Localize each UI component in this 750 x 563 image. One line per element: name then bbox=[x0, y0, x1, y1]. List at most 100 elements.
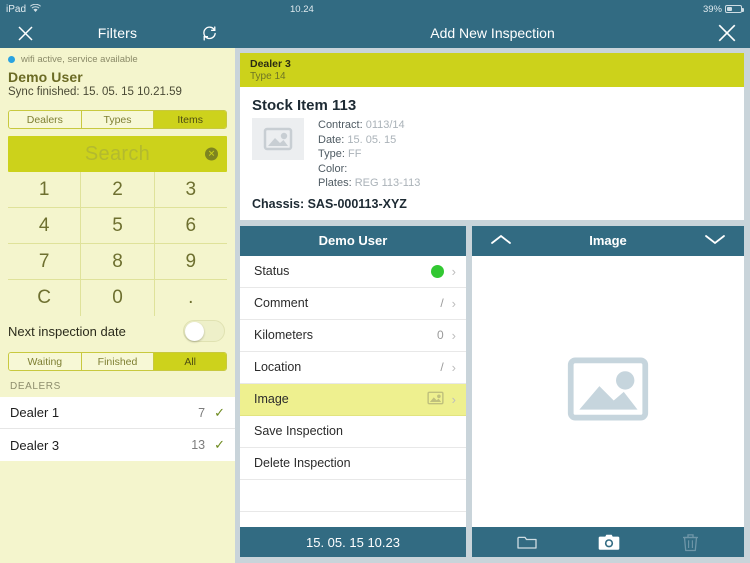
key-4[interactable]: 4 bbox=[8, 208, 82, 243]
connection-dot-icon bbox=[8, 56, 15, 63]
keypad-row: 7 8 9 bbox=[8, 244, 227, 280]
next-inspection-date-toggle[interactable] bbox=[183, 320, 225, 342]
detail-color: Color: bbox=[318, 162, 348, 175]
folder-icon[interactable] bbox=[517, 534, 537, 550]
detail-plates: Plates: REG 113-113 bbox=[318, 177, 421, 190]
list-item[interactable]: Dealer 3 13 ✓ bbox=[0, 429, 235, 461]
row-status[interactable]: Status › bbox=[240, 256, 466, 288]
image-preview-area[interactable] bbox=[472, 256, 744, 527]
search-placeholder: Search bbox=[84, 142, 151, 165]
key-8[interactable]: 8 bbox=[81, 244, 155, 279]
chevron-down-icon[interactable] bbox=[704, 233, 726, 249]
battery-icon bbox=[725, 5, 744, 13]
row-comment[interactable]: Comment / › bbox=[240, 288, 466, 320]
refresh-icon[interactable] bbox=[199, 22, 221, 44]
current-user: Demo User bbox=[8, 69, 83, 85]
row-image[interactable]: Image › bbox=[240, 383, 466, 416]
dealer-name: Dealer 1 bbox=[10, 405, 60, 420]
connection-status-text: wifi active, service available bbox=[21, 54, 138, 65]
tab-all[interactable]: All bbox=[154, 353, 226, 370]
key-9[interactable]: 9 bbox=[155, 244, 227, 279]
camera-icon[interactable] bbox=[598, 534, 620, 551]
tab-finished[interactable]: Finished bbox=[81, 353, 155, 370]
filters-panel: iPad Filters wifi active, service availa… bbox=[0, 0, 235, 563]
keypad-row: C 0 . bbox=[8, 280, 227, 316]
row-label: Kilometers bbox=[254, 328, 314, 343]
key-7[interactable]: 7 bbox=[8, 244, 82, 279]
row-value: / bbox=[440, 296, 444, 311]
image-placeholder-icon bbox=[252, 118, 304, 160]
chevron-right-icon: › bbox=[451, 263, 456, 279]
key-0[interactable]: 0 bbox=[81, 280, 155, 316]
row-label: Save Inspection bbox=[254, 424, 343, 439]
row-label: Location bbox=[254, 360, 302, 375]
inspection-timestamp: 15. 05. 15 10.23 bbox=[240, 527, 466, 557]
stock-item-details: Contract: 0113/14 Date: 15. 05. 15 Type:… bbox=[318, 118, 420, 191]
filters-navbar: Filters bbox=[0, 18, 235, 48]
row-label: Comment bbox=[254, 296, 309, 311]
row-delete-inspection[interactable]: Delete Inspection bbox=[240, 448, 466, 480]
close-icon[interactable] bbox=[716, 22, 738, 44]
stock-item-body: Contract: 0113/14 Date: 15. 05. 15 Type:… bbox=[240, 118, 744, 191]
row-save-inspection[interactable]: Save Inspection bbox=[240, 416, 466, 448]
inspection-fields-list: Status › Comment / › Kilometers 0 › Loca… bbox=[240, 256, 466, 527]
image-toolbar bbox=[472, 527, 744, 557]
tab-items[interactable]: Items bbox=[154, 111, 226, 128]
status-indicator bbox=[430, 264, 444, 278]
row-label: Delete Inspection bbox=[254, 456, 351, 471]
detail-contract: Contract: 0113/14 bbox=[318, 119, 405, 131]
key-decimal[interactable]: . bbox=[155, 280, 227, 316]
row-value: / bbox=[440, 360, 444, 375]
wifi-icon bbox=[30, 3, 41, 15]
filter-tabs: Dealers Types Items bbox=[8, 110, 227, 129]
stock-item-card: Dealer 3 Type 14 Stock Item 113 Contract… bbox=[240, 53, 744, 220]
card-dealer: Dealer 3 bbox=[250, 58, 291, 70]
battery-indicator: 39% bbox=[702, 3, 744, 15]
dealer-count: 13 bbox=[191, 438, 206, 452]
row-value: 0 bbox=[436, 328, 444, 343]
close-icon[interactable] bbox=[14, 22, 36, 44]
inspection-navbar: Add New Inspection bbox=[235, 18, 750, 48]
toggle-knob bbox=[185, 322, 204, 341]
clear-icon[interactable]: ✕ bbox=[205, 147, 218, 161]
key-1[interactable]: 1 bbox=[8, 172, 82, 207]
next-inspection-date-label: Next inspection date bbox=[8, 323, 126, 339]
trash-icon[interactable] bbox=[682, 533, 699, 552]
sync-status: Sync finished: 15. 05. 15 10.21.59 bbox=[8, 86, 182, 98]
inspection-pane-header: Demo User bbox=[240, 225, 466, 256]
checkmark-icon: ✓ bbox=[214, 437, 225, 452]
list-item[interactable]: Dealer 1 7 ✓ bbox=[0, 397, 235, 429]
sync-block: wifi active, service available Demo User… bbox=[0, 48, 235, 104]
row-kilometers[interactable]: Kilometers 0 › bbox=[240, 320, 466, 352]
battery-percent: 39% bbox=[702, 3, 722, 15]
numeric-keypad: 1 2 3 4 5 6 7 8 9 C 0 . bbox=[8, 172, 227, 316]
tab-dealers[interactable]: Dealers bbox=[9, 111, 82, 128]
chevron-right-icon: › bbox=[451, 327, 456, 343]
image-pane-title: Image bbox=[589, 233, 627, 249]
row-location[interactable]: Location / › bbox=[240, 352, 466, 384]
search-field[interactable]: Search ✕ bbox=[8, 136, 227, 172]
filters-title: Filters bbox=[97, 25, 138, 41]
chevron-up-icon[interactable] bbox=[490, 233, 512, 249]
dealer-name: Dealer 3 bbox=[10, 437, 60, 453]
image-pane-header: Image bbox=[472, 225, 744, 256]
key-5[interactable]: 5 bbox=[81, 208, 155, 243]
row-label: Image bbox=[254, 392, 289, 407]
key-clear[interactable]: C bbox=[8, 280, 82, 316]
detail-date: Date: 15. 05. 15 bbox=[318, 133, 397, 146]
chevron-right-icon: › bbox=[451, 391, 456, 407]
stock-item-title: Stock Item 113 bbox=[252, 97, 357, 114]
inspection-content: Dealer 3 Type 14 Stock Item 113 Contract… bbox=[235, 48, 750, 563]
next-inspection-date-row: Next inspection date bbox=[0, 316, 235, 346]
chevron-right-icon: › bbox=[451, 359, 456, 375]
state-filter-tabs: Waiting Finished All bbox=[8, 352, 227, 371]
key-3[interactable]: 3 bbox=[155, 172, 227, 207]
dealers-section-header: DEALERS bbox=[10, 381, 61, 392]
tab-types[interactable]: Types bbox=[81, 111, 155, 128]
key-6[interactable]: 6 bbox=[155, 208, 227, 243]
clock: 10.24 bbox=[290, 3, 314, 15]
device-label: iPad bbox=[6, 3, 27, 15]
tab-waiting[interactable]: Waiting bbox=[9, 353, 82, 370]
stock-item-card-header: Dealer 3 Type 14 bbox=[240, 53, 744, 87]
key-2[interactable]: 2 bbox=[81, 172, 155, 207]
